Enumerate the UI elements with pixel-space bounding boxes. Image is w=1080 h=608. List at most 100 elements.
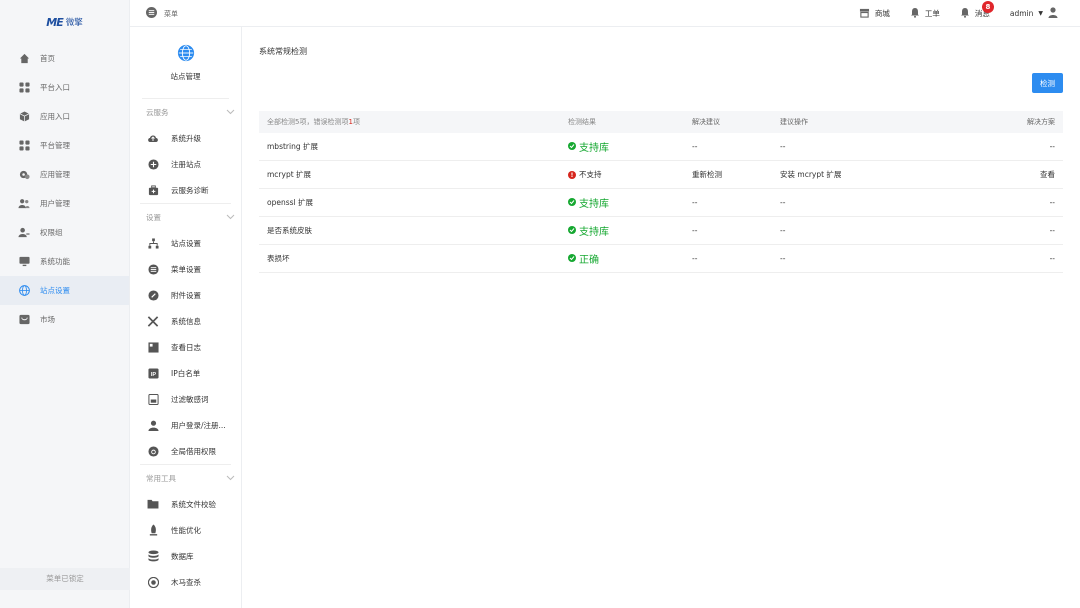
result-text: 支持库	[579, 143, 609, 154]
menu-toggle-button[interactable]: 菜单	[146, 7, 178, 20]
sidebar-item-3[interactable]: 平台管理	[0, 131, 129, 160]
store-icon	[859, 8, 870, 20]
ticket-link[interactable]: 工单	[910, 7, 940, 20]
subnav-item-2-3[interactable]: 木马查杀	[130, 569, 241, 595]
subnav-item-label: 过滤敏感词	[171, 394, 209, 404]
solution-text[interactable]: 查看	[1040, 170, 1055, 179]
subnav-item-1-3[interactable]: 系统信息	[130, 308, 241, 334]
check-result: 支持库	[568, 195, 692, 210]
mall-label: 商城	[874, 9, 890, 18]
subnav-item-0-2[interactable]: 云服务诊断	[130, 177, 241, 203]
subnav-item-1-6[interactable]: 过滤敏感词	[130, 386, 241, 412]
action-cell: --	[780, 226, 1000, 235]
sidebar-item-5[interactable]: 用户管理	[0, 189, 129, 218]
action-text: --	[780, 226, 786, 235]
subnav-item-2-1[interactable]: 性能优化	[130, 517, 241, 543]
subnav-item-1-8[interactable]: 全局借用权限	[130, 438, 241, 464]
subnav-item-1-2[interactable]: 附件设置	[130, 282, 241, 308]
action-cell: --	[780, 142, 1000, 151]
subnav-group-title[interactable]: 设置	[130, 204, 241, 230]
sidebar-item-6[interactable]: 权限组	[0, 218, 129, 247]
subnav-item-1-0[interactable]: 站点设置	[130, 230, 241, 256]
action-text: --	[780, 254, 786, 263]
sidebar-item-label: 用户管理	[40, 199, 70, 208]
menu-lock-status[interactable]: 菜单已锁定	[0, 568, 130, 590]
subnav-item-0-0[interactable]: 系统升级	[130, 125, 241, 151]
sidebar-nav: 首页平台入口应用入口 平台管理 应用管理用户管理权限组系统功能站点设置 市场	[0, 44, 129, 334]
check-circle-icon	[568, 226, 576, 235]
user-icon	[147, 419, 159, 431]
medkit-icon	[147, 184, 159, 196]
subnav-item-label: 性能优化	[171, 525, 201, 535]
cloud-icon	[147, 132, 159, 144]
folder-icon	[147, 498, 159, 510]
check-item-name: 表损坏	[267, 254, 290, 263]
header-action: 建议操作	[780, 118, 808, 126]
sidebar-item-0[interactable]: 首页	[0, 44, 129, 73]
log-icon	[147, 341, 159, 353]
logo[interactable]: ME 微擎	[0, 0, 129, 44]
subnav-group-title[interactable]: 云服务	[130, 99, 241, 125]
action-text[interactable]: 安装 mcrypt 扩展	[780, 170, 841, 179]
subnav-item-label: 菜单设置	[171, 264, 201, 274]
subnav-header: 站点管理	[142, 27, 229, 99]
mall-link[interactable]: 商城	[859, 8, 890, 20]
advice-text[interactable]: 重新检测	[692, 170, 722, 179]
rocket-icon	[147, 524, 159, 536]
cube-icon	[18, 111, 30, 123]
ip-icon: IP	[147, 367, 159, 379]
group-title-label: 设置	[146, 212, 161, 222]
check-result: 正确	[568, 251, 692, 266]
sidebar-item-label: 系统功能	[40, 257, 70, 266]
advice-text: --	[692, 226, 698, 235]
sidebar-item-9[interactable]: 市场	[0, 305, 129, 334]
subnav-item-label: 系统信息	[171, 316, 201, 326]
solution-text: --	[1049, 254, 1055, 263]
check-button[interactable]: 检测	[1032, 73, 1063, 93]
app-gear-icon	[18, 169, 30, 181]
monitor-icon	[18, 256, 30, 268]
sidebar-item-7[interactable]: 系统功能	[0, 247, 129, 276]
group-title-label: 常用工具	[146, 473, 176, 483]
advice-cell: 重新检测	[692, 169, 780, 180]
advice-text: --	[692, 198, 698, 207]
sidebar-item-8[interactable]: 站点设置	[0, 276, 129, 305]
subnav-groups: 云服务 系统升级 注册站点 云服务诊断 设置 站点设置 菜单设置 附件设置 系统信息 查看日志 IP…	[130, 99, 241, 595]
table-row: 表损坏 正确 -- -- --	[259, 245, 1063, 273]
subnav-item-1-5[interactable]: IP IP白名单	[130, 360, 241, 386]
subnav-item-label: 附件设置	[171, 290, 201, 300]
sidebar-item-label: 平台入口	[40, 83, 70, 92]
check-item-name: openssl 扩展	[267, 198, 313, 207]
subnav-item-0-1[interactable]: 注册站点	[130, 151, 241, 177]
sidebar-item-1[interactable]: 平台入口	[0, 73, 129, 102]
menu-label: 菜单	[164, 9, 178, 18]
users-icon	[18, 198, 30, 210]
caret-down-icon: ▼	[1038, 10, 1043, 17]
subnav-item-label: 木马查杀	[171, 577, 201, 587]
check-circle-icon	[568, 254, 576, 263]
menu-icon	[146, 7, 157, 20]
menu-circle-icon	[147, 263, 159, 275]
filter-icon	[147, 393, 159, 405]
check-item-name: mbstring 扩展	[267, 142, 318, 151]
sidebar-item-2[interactable]: 应用入口	[0, 102, 129, 131]
subnav-item-label: 系统文件校验	[171, 499, 216, 509]
subnav-item-1-4[interactable]: 查看日志	[130, 334, 241, 360]
subnav-item-2-0[interactable]: 系统文件校验	[130, 491, 241, 517]
sidebar-item-4[interactable]: 应用管理	[0, 160, 129, 189]
user-menu[interactable]: admin ▼	[1010, 7, 1058, 20]
action-text: --	[780, 198, 786, 207]
message-link[interactable]: 消息 8	[960, 1, 994, 20]
page-title: 系统常规检测	[259, 47, 307, 56]
subnav-item-label: IP白名单	[171, 368, 201, 378]
subnav-item-1-7[interactable]: 用户登录/注册...	[130, 412, 241, 438]
chevron-down-icon	[226, 213, 235, 222]
sidebar-item-label: 首页	[40, 54, 55, 63]
shield-icon	[147, 576, 159, 588]
subnav-item-1-1[interactable]: 菜单设置	[130, 256, 241, 282]
logo-mark: ME	[46, 15, 63, 29]
subnav-group-title[interactable]: 常用工具	[130, 465, 241, 491]
check-table: 全部检测5项，错误检测项1项 检测结果 解决建议 建议操作 解决方案 mbstr…	[259, 111, 1063, 273]
subnav-item-2-2[interactable]: 数据库	[130, 543, 241, 569]
permission-icon	[147, 445, 159, 457]
